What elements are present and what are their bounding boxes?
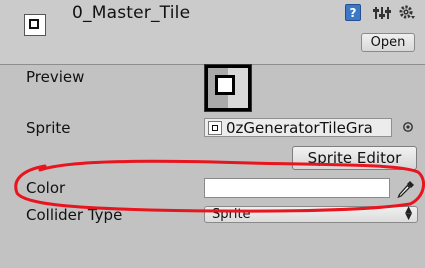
gear-icon[interactable] <box>399 5 417 21</box>
sprite-editor-button[interactable]: Sprite Editor <box>292 146 417 170</box>
collider-type-label: Collider Type <box>26 206 123 224</box>
tile-asset-icon <box>24 14 46 36</box>
inspector-header: 0_Master_Tile ? Open <box>0 0 425 65</box>
collider-type-value: Sprite <box>212 207 251 222</box>
open-button[interactable]: Open <box>361 33 415 52</box>
asset-title: 0_Master_Tile <box>72 3 191 23</box>
preview-label: Preview <box>26 68 85 86</box>
color-swatch-field[interactable] <box>204 178 390 198</box>
sprite-field-value: 0zGeneratorTileGra <box>226 119 373 137</box>
presets-icon[interactable] <box>373 5 391 21</box>
preview-tile-inner <box>215 75 235 95</box>
sprite-asset-icon <box>208 121 222 135</box>
sprite-object-field[interactable]: 0zGeneratorTileGra <box>204 118 392 137</box>
collider-type-dropdown[interactable]: Sprite ▲ ▼ <box>204 206 418 223</box>
sprite-label: Sprite <box>26 119 71 137</box>
dropdown-arrows-icon: ▲ ▼ <box>405 205 412 222</box>
color-label: Color <box>26 179 66 197</box>
sprite-preview-thumbnail[interactable] <box>204 64 252 112</box>
help-icon[interactable]: ? <box>345 4 361 21</box>
eyedropper-icon[interactable] <box>395 178 417 200</box>
object-picker-icon[interactable] <box>402 121 414 133</box>
